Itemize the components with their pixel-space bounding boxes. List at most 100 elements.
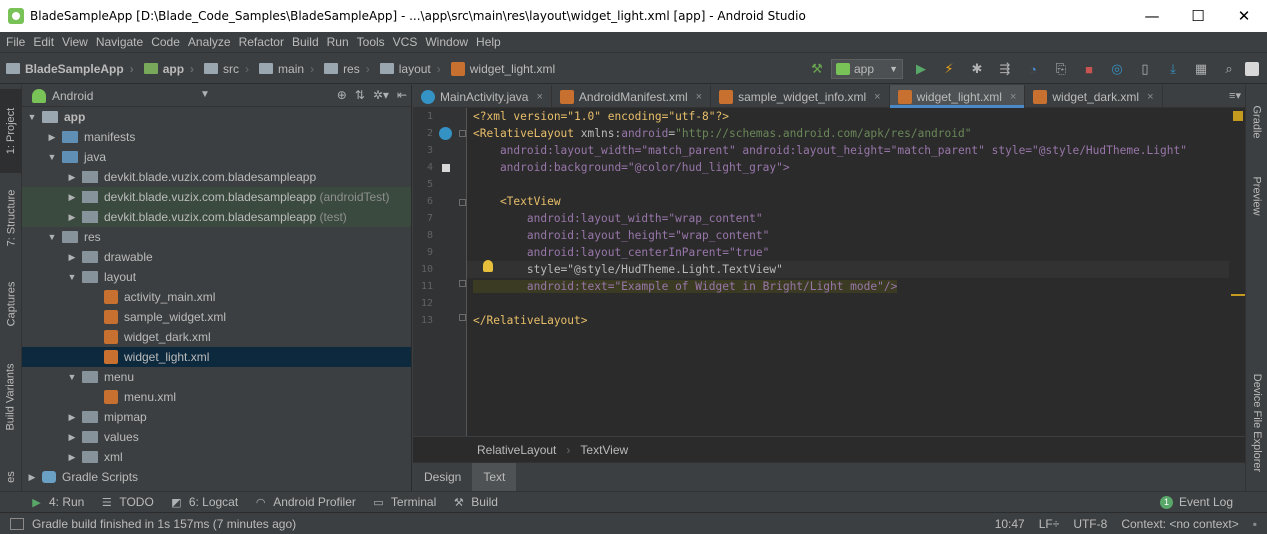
project-view-select[interactable]: Android [52, 89, 93, 103]
tree-item[interactable]: ▼ res [22, 227, 411, 247]
tree-item[interactable]: ▶ xml [22, 447, 411, 467]
tree-item[interactable]: widget_dark.xml [22, 327, 411, 347]
chevron-down-icon[interactable]: ▼ [26, 112, 38, 122]
color-swatch-icon[interactable] [442, 164, 450, 172]
menu-file[interactable]: File [2, 35, 29, 49]
chevron-right-icon[interactable]: ▶ [66, 252, 78, 263]
fold-marker-icon[interactable] [459, 130, 466, 137]
close-icon[interactable]: × [1147, 91, 1153, 103]
file-encoding[interactable]: UTF-8 [1073, 517, 1107, 531]
chevron-down-icon[interactable]: ▼ [66, 272, 78, 282]
tab-gradle[interactable]: Gradle [1246, 91, 1267, 153]
line-separator[interactable]: LF÷ [1039, 517, 1060, 531]
tree-item[interactable]: ▶ Gradle Scripts [22, 467, 411, 487]
fold-marker-icon[interactable] [459, 280, 466, 287]
close-icon[interactable]: × [696, 91, 702, 103]
logcat-tool-button[interactable]: ◩ 6: Logcat [170, 495, 238, 509]
tree-item[interactable]: ▶ devkit.blade.vuzix.com.bladesampleapp [22, 167, 411, 187]
tab-text[interactable]: Text [472, 462, 517, 492]
nav-crumb-src[interactable]: src › [198, 62, 249, 76]
close-button[interactable]: ✕ [1221, 0, 1267, 32]
chevron-right-icon[interactable]: ▶ [66, 432, 78, 443]
debug-icon[interactable]: ✱ [965, 57, 989, 81]
stop-icon[interactable]: ■ [1077, 57, 1101, 81]
collapse-all-icon[interactable]: ⇅ [355, 88, 365, 102]
menu-edit[interactable]: Edit [29, 35, 58, 49]
menu-window[interactable]: Window [421, 35, 472, 49]
toggle-tool-windows-icon[interactable] [10, 517, 24, 530]
user-icon[interactable] [1245, 62, 1259, 76]
menu-analyze[interactable]: Analyze [184, 35, 235, 49]
tree-item[interactable]: ▼ layout [22, 267, 411, 287]
sync-project-icon[interactable]: ◎ [1105, 57, 1129, 81]
breadcrumb-textview[interactable]: TextView [580, 443, 628, 457]
attach-debugger-icon[interactable]: ⇶ [993, 57, 1017, 81]
fold-marker-icon[interactable] [459, 199, 466, 206]
nav-crumb-file[interactable]: widget_light.xml [445, 61, 555, 76]
tab-design[interactable]: Design [413, 463, 472, 492]
tab-captures[interactable]: Captures [0, 269, 22, 339]
make-project-icon[interactable]: ⚒ [805, 57, 829, 81]
run-config-select[interactable]: app ▼ [831, 59, 903, 79]
tab-build-variants[interactable]: Build Variants [0, 347, 22, 447]
editor-tab[interactable]: sample_widget_info.xml × [711, 85, 890, 108]
gear-icon[interactable]: ✲▾ [373, 88, 389, 102]
tree-item[interactable]: widget_light.xml [22, 347, 411, 367]
apply-changes-icon[interactable]: ⚡ [937, 57, 961, 81]
tree-item[interactable]: ▼ java [22, 147, 411, 167]
tree-item[interactable]: sample_widget.xml [22, 307, 411, 327]
sdk-manager-icon[interactable]: ⤓ [1161, 57, 1185, 81]
profiler-tool-button[interactable]: ◠ Android Profiler [254, 495, 356, 509]
menu-tools[interactable]: Tools [353, 35, 389, 49]
editor-tab[interactable]: AndroidManifest.xml × [552, 85, 712, 108]
tree-item[interactable]: ▶ devkit.blade.vuzix.com.bladesampleapp (… [22, 207, 411, 227]
nav-crumb-project[interactable]: BladeSampleApp › [0, 62, 134, 76]
search-icon[interactable]: ⌕ [1217, 57, 1241, 81]
tree-item[interactable]: ▼ menu [22, 367, 411, 387]
tree-item[interactable]: activity_main.xml [22, 287, 411, 307]
chevron-right-icon[interactable]: ▶ [66, 172, 78, 183]
tree-item[interactable]: ▶ values [22, 427, 411, 447]
maximize-button[interactable]: ☐ [1175, 0, 1221, 32]
nav-crumb-layout[interactable]: layout › [374, 62, 441, 76]
tree-item[interactable]: ▶ manifests [22, 127, 411, 147]
chevron-right-icon[interactable]: ▶ [66, 412, 78, 423]
close-icon[interactable]: × [1010, 91, 1016, 103]
tab-device-file-explorer[interactable]: Device File Explorer [1246, 357, 1267, 489]
context-indicator[interactable]: Context: <no context> [1121, 517, 1238, 531]
tab-preview[interactable]: Preview [1246, 163, 1267, 229]
tab-favorites[interactable]: es [0, 465, 22, 489]
close-icon[interactable]: × [874, 91, 880, 103]
editor-scrollbar[interactable] [1231, 108, 1245, 436]
chevron-right-icon[interactable]: ▶ [66, 212, 78, 223]
build-tool-button[interactable]: ⚒ Build [452, 495, 498, 509]
chevron-right-icon[interactable]: ▶ [46, 132, 58, 143]
event-log-button[interactable]: 1 Event Log [1159, 495, 1233, 509]
intention-bulb-icon[interactable] [483, 260, 493, 272]
nav-crumb-res[interactable]: res › [318, 62, 370, 76]
chevron-right-icon[interactable]: ▶ [66, 452, 78, 463]
tree-item[interactable]: ▼ app [22, 107, 411, 127]
editor-tab[interactable]: widget_light.xml × [889, 85, 1026, 108]
warning-marker-icon[interactable] [1233, 111, 1243, 121]
chevron-down-icon[interactable]: ▼ [46, 152, 58, 162]
chevron-down-icon[interactable]: ▼ [46, 232, 58, 242]
tab-project[interactable]: 1: Project [0, 89, 22, 173]
menu-navigate[interactable]: Navigate [92, 35, 147, 49]
menu-code[interactable]: Code [147, 35, 184, 49]
run-tool-button[interactable]: ▶ 4: Run [30, 495, 84, 509]
caret-position[interactable]: 10:47 [995, 517, 1025, 531]
tab-list-icon[interactable]: ≡▾ [1229, 89, 1241, 102]
close-icon[interactable]: × [536, 91, 542, 103]
fold-marker-icon[interactable] [459, 314, 466, 321]
tree-item[interactable]: ▶ devkit.blade.vuzix.com.bladesampleapp (… [22, 187, 411, 207]
attach-process-icon[interactable]: ⎘ [1049, 57, 1073, 81]
menu-refactor[interactable]: Refactor [235, 35, 288, 49]
code-editor[interactable]: 1 2 3 4 5 6 7 8 9 10 11 12 13 <?xml version="1.0" en… [413, 108, 1245, 436]
nav-crumb-app[interactable]: app › [138, 62, 194, 76]
menu-vcs[interactable]: VCS [389, 35, 422, 49]
tab-structure[interactable]: 7: Structure [0, 177, 22, 259]
hide-panel-icon[interactable]: ⇤ [397, 88, 407, 102]
nav-crumb-main[interactable]: main › [253, 62, 314, 76]
error-stripe-mark[interactable] [1231, 294, 1245, 296]
